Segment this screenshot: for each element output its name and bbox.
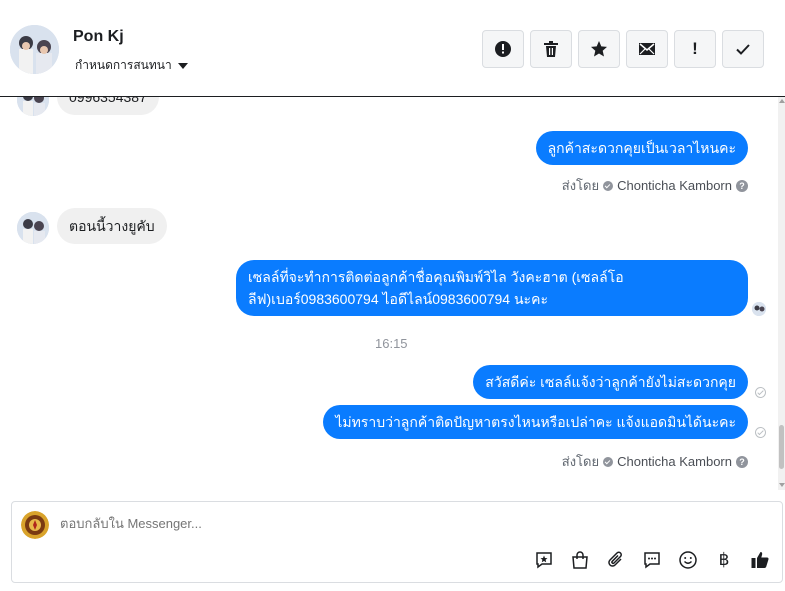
outgoing-message[interactable]: สวัสดีค่ะ เซลล์แจ้งว่าลูกค้ายังไม่สะดวกค… xyxy=(473,365,748,399)
exclamation-icon: ! xyxy=(692,39,698,58)
verified-check-icon xyxy=(603,180,614,191)
emoji-button[interactable] xyxy=(677,549,699,571)
saved-reply-icon xyxy=(536,552,552,569)
message-thread[interactable]: 0996354387 ลูกค้าสะดวกคุยเป็นเวลาไหนคะ ส… xyxy=(0,97,778,490)
thread-scrollbar[interactable] xyxy=(778,97,785,490)
reply-input[interactable] xyxy=(60,516,660,531)
like-button[interactable] xyxy=(749,549,771,571)
help-icon[interactable]: ? xyxy=(736,455,748,468)
sent-by-label: ส่งโดย xyxy=(561,178,600,193)
sent-by-info: ส่งโดย Chonticha Kamborn ? xyxy=(562,451,748,472)
quick-reply-button[interactable] xyxy=(641,549,663,571)
page-avatar xyxy=(21,511,49,539)
contact-avatar-small xyxy=(17,212,49,244)
incoming-message[interactable]: ตอนนี้วางยูคับ xyxy=(57,208,167,244)
thumbs-up-icon xyxy=(751,552,769,568)
delivered-icon xyxy=(755,387,766,398)
star-icon xyxy=(591,41,607,57)
envelope-icon xyxy=(639,43,655,55)
chat-bubble-icon xyxy=(644,552,660,569)
assign-conversation-dropdown[interactable]: กำหนดการสนทนา xyxy=(75,56,188,75)
star-button[interactable] xyxy=(578,30,620,68)
outgoing-message[interactable]: เซลล์ที่จะทำการติดต่อลูกค้าชื่อคุณพิมพ์ว… xyxy=(236,260,748,316)
alert-circle-icon xyxy=(495,41,511,57)
assign-label: กำหนดการสนทนา xyxy=(75,58,172,72)
checkmark-icon xyxy=(736,44,750,55)
time-divider: 16:15 xyxy=(375,336,408,351)
outgoing-message[interactable]: ไม่ทราบว่าลูกค้าติดปัญหาตรงไหนหรือเปล่าค… xyxy=(323,405,748,439)
conversation-header: Pon Kj กำหนดการสนทนา ! xyxy=(0,0,785,97)
contact-name[interactable]: Pon Kj xyxy=(73,28,124,46)
incoming-message[interactable]: 0996354387 xyxy=(57,97,159,115)
caret-down-icon xyxy=(177,63,188,69)
message-line: ลีฟ)เบอร์0983600794 ไอดีไลน์0983600794 น… xyxy=(248,291,548,307)
scroll-up-arrow-icon[interactable] xyxy=(779,99,785,103)
outgoing-message[interactable]: ลูกค้าสะดวกคุยเป็นเวลาไหนคะ xyxy=(535,131,748,165)
sent-by-label: ส่งโดย xyxy=(561,454,600,469)
header-actions: ! xyxy=(482,30,764,68)
spam-report-button[interactable] xyxy=(482,30,524,68)
saved-reply-button[interactable] xyxy=(533,549,555,571)
paperclip-icon xyxy=(608,551,622,567)
contact-avatar-small xyxy=(17,97,49,116)
reply-composer: ฿ xyxy=(11,501,783,583)
emoji-icon xyxy=(679,551,697,569)
contact-avatar[interactable] xyxy=(10,25,59,74)
shop-button[interactable] xyxy=(569,549,591,571)
mark-done-button[interactable] xyxy=(722,30,764,68)
agent-name: Chonticha Kamborn xyxy=(617,454,732,469)
mark-unread-button[interactable] xyxy=(626,30,668,68)
delivered-icon xyxy=(755,427,766,438)
delete-button[interactable] xyxy=(530,30,572,68)
payment-button[interactable]: ฿ xyxy=(713,549,735,571)
verified-check-icon xyxy=(603,456,614,467)
shopping-bag-icon xyxy=(572,551,588,569)
help-icon[interactable]: ? xyxy=(736,179,748,192)
scrollbar-thumb[interactable] xyxy=(779,425,784,469)
agent-name: Chonticha Kamborn xyxy=(617,178,732,193)
follow-up-button[interactable]: ! xyxy=(674,30,716,68)
trash-icon xyxy=(544,41,558,57)
seen-by-avatar xyxy=(752,302,766,316)
message-line: เซลล์ที่จะทำการติดต่อลูกค้าชื่อคุณพิมพ์ว… xyxy=(248,269,624,285)
baht-icon: ฿ xyxy=(718,550,730,569)
attach-file-button[interactable] xyxy=(605,549,627,571)
composer-toolbar: ฿ xyxy=(533,549,771,571)
sent-by-info: ส่งโดย Chonticha Kamborn ? xyxy=(562,175,748,196)
scroll-down-arrow-icon[interactable] xyxy=(779,483,785,487)
